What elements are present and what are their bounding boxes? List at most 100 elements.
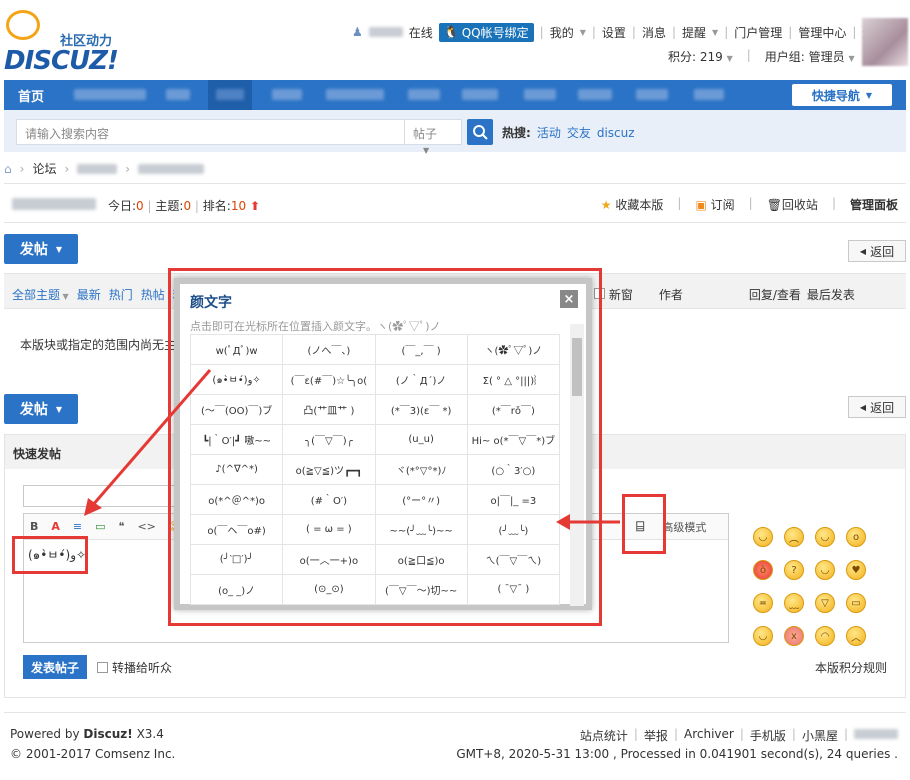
breadcrumb-board[interactable] [138, 163, 205, 174]
favorite-board[interactable]: ★ 收藏本版 [601, 196, 664, 213]
back-button-bottom[interactable]: ◀ 返回 [848, 396, 906, 418]
credit-rules-link[interactable]: 本版积分规则 [815, 659, 887, 676]
avatar[interactable] [862, 18, 908, 66]
admin-panel-link[interactable]: 管理面板 [850, 196, 898, 213]
back-button[interactable]: ◀ 返回 [848, 240, 906, 262]
today-label: 今日: [108, 199, 137, 213]
nav-item[interactable] [636, 89, 668, 100]
star-icon: ★ [600, 198, 612, 212]
font-color-icon[interactable]: A [51, 520, 60, 533]
submit-post-button[interactable]: 发表帖子 [23, 655, 87, 679]
qq-bind-label: QQ帐号绑定 [461, 25, 529, 40]
subject-input[interactable] [23, 485, 183, 507]
smiley-icon[interactable]: ▭ [846, 593, 866, 613]
smiley-icon[interactable]: ◡ [815, 527, 835, 547]
forum-stats: 今日:0 | 主题:0 | 排名:10 ⬆ [108, 199, 260, 213]
powered-brand[interactable]: Discuz! [83, 727, 132, 741]
nav-item[interactable] [408, 89, 440, 100]
top-link-notice[interactable]: 提醒 [682, 24, 706, 41]
forward-checkbox[interactable] [97, 662, 108, 673]
align-icon[interactable]: ≡ [73, 520, 82, 533]
powered-by: Powered by Discuz! X3.4 [10, 727, 164, 741]
smiley-icon[interactable]: ﹏ [784, 593, 804, 613]
search-button[interactable] [467, 119, 493, 145]
footer-link-mobile[interactable]: 手机版 [750, 727, 786, 744]
smiley-icon[interactable]: ︿ [846, 626, 866, 646]
smiley-icon[interactable]: ò [753, 560, 773, 580]
hot-item[interactable]: 交友 [567, 126, 591, 140]
filter-latest[interactable]: 最新 [77, 286, 101, 303]
nav-item[interactable] [524, 89, 556, 100]
footer-site-name[interactable] [854, 729, 898, 739]
top-link-admin-center[interactable]: 管理中心 [798, 24, 846, 41]
filter-hot-posts[interactable]: 热帖 [141, 286, 165, 303]
footer: Powered by Discuz! X3.4 © 2001-2017 Coms… [4, 712, 906, 780]
smiley-icon[interactable]: ≖ [753, 593, 773, 613]
usergroup-menu[interactable]: 用户组: 管理员 ▼ [765, 48, 855, 65]
nav-item[interactable] [326, 89, 384, 100]
hot-item[interactable]: 活动 [537, 126, 561, 140]
site-logo[interactable]: 社区动力 DISCUZ! [4, 10, 144, 76]
filter-all[interactable]: 全部主题 ▼ [12, 286, 69, 303]
points-label: 积分: 219 [668, 50, 723, 64]
nav-item[interactable] [578, 89, 612, 100]
footer-link-report[interactable]: 举报 [644, 727, 668, 744]
top-link-settings[interactable]: 设置 [602, 24, 626, 41]
smiley-panel: ◡ ︵ ◡ o ò ? ◡ ♥ ≖ ﹏ ▽ ▭ ◡ x ◠ ︿ [753, 527, 903, 646]
forward-option[interactable]: 转播给听众 [97, 659, 172, 676]
nav-item[interactable] [694, 89, 724, 100]
processed-info: GMT+8, 2020-5-31 13:00 , Processed in 0.… [456, 747, 898, 761]
qq-bind-button[interactable]: 🐧 QQ帐号绑定 [438, 22, 534, 42]
smiley-icon[interactable]: ◡ [753, 527, 773, 547]
subscribe-board[interactable]: ▣ 订阅 [695, 196, 734, 213]
footer-link-stats[interactable]: 站点统计 [580, 727, 628, 744]
footer-link-blacklist[interactable]: 小黑屋 [802, 727, 838, 744]
filter-hot[interactable]: 热门 [109, 286, 133, 303]
smiley-icon[interactable]: ︵ [784, 527, 804, 547]
breadcrumb-category[interactable] [77, 163, 118, 174]
nav-item[interactable] [272, 89, 302, 100]
code-icon[interactable]: <> [137, 520, 155, 533]
nav-item[interactable] [74, 89, 146, 100]
quote-icon[interactable]: ❝ [119, 520, 125, 533]
trash-icon: 🗑 [766, 198, 782, 212]
column-last-post: 最后发表 [806, 288, 855, 302]
hot-label: 热搜: [502, 126, 531, 140]
version: X3.4 [136, 727, 164, 741]
points-menu[interactable]: 积分: 219 ▼ [668, 48, 733, 65]
smiley-icon[interactable]: ◡ [815, 560, 835, 580]
bold-icon[interactable]: B [30, 520, 38, 533]
top-link-messages[interactable]: 消息 [642, 24, 666, 41]
smiley-icon[interactable]: ? [784, 560, 804, 580]
username[interactable] [368, 27, 403, 37]
nav-home[interactable]: 首页 [18, 86, 44, 105]
recycle-bin[interactable]: 🗑回收站 [767, 196, 818, 213]
nav-item[interactable] [462, 89, 498, 100]
home-icon[interactable]: ⌂ [4, 162, 12, 176]
smiley-icon[interactable]: ◡ [753, 626, 773, 646]
smiley-icon[interactable]: o [846, 527, 866, 547]
footer-links: 站点统计 | 举报 | Archiver | 手机版 | 小黑屋 | [580, 727, 898, 744]
search-input[interactable]: 请输入搜索内容 [16, 119, 406, 145]
link-icon[interactable]: ▭ [95, 520, 105, 533]
new-thread-label: 发帖 [19, 402, 48, 418]
new-thread-button-bottom[interactable]: 发帖 ▼ [4, 394, 78, 424]
smiley-icon[interactable]: ♥ [846, 560, 866, 580]
breadcrumb-forum[interactable]: 论坛 [32, 160, 56, 177]
quick-nav-button[interactable]: 快捷导航 ▼ [792, 84, 892, 106]
new-thread-button[interactable]: 发帖 ▼ [4, 234, 78, 264]
rss-icon: ▣ [695, 198, 707, 212]
nav-item[interactable] [216, 89, 244, 100]
nav-item[interactable] [166, 89, 190, 100]
smiley-icon[interactable]: x [784, 626, 804, 646]
rank-label: 排名: [202, 199, 231, 213]
search-type-select[interactable]: 帖子 ▼ [404, 119, 462, 155]
advanced-mode-link[interactable]: 高级模式 [662, 519, 706, 535]
top-link-my[interactable]: 我的 [550, 24, 574, 41]
smiley-icon[interactable]: ◠ [815, 626, 835, 646]
top-link-portal-admin[interactable]: 门户管理 [734, 24, 782, 41]
hot-item[interactable]: discuz [597, 126, 635, 140]
online-status: 在线 [408, 25, 433, 40]
footer-link-archiver[interactable]: Archiver [684, 727, 734, 744]
smiley-icon[interactable]: ▽ [815, 593, 835, 613]
